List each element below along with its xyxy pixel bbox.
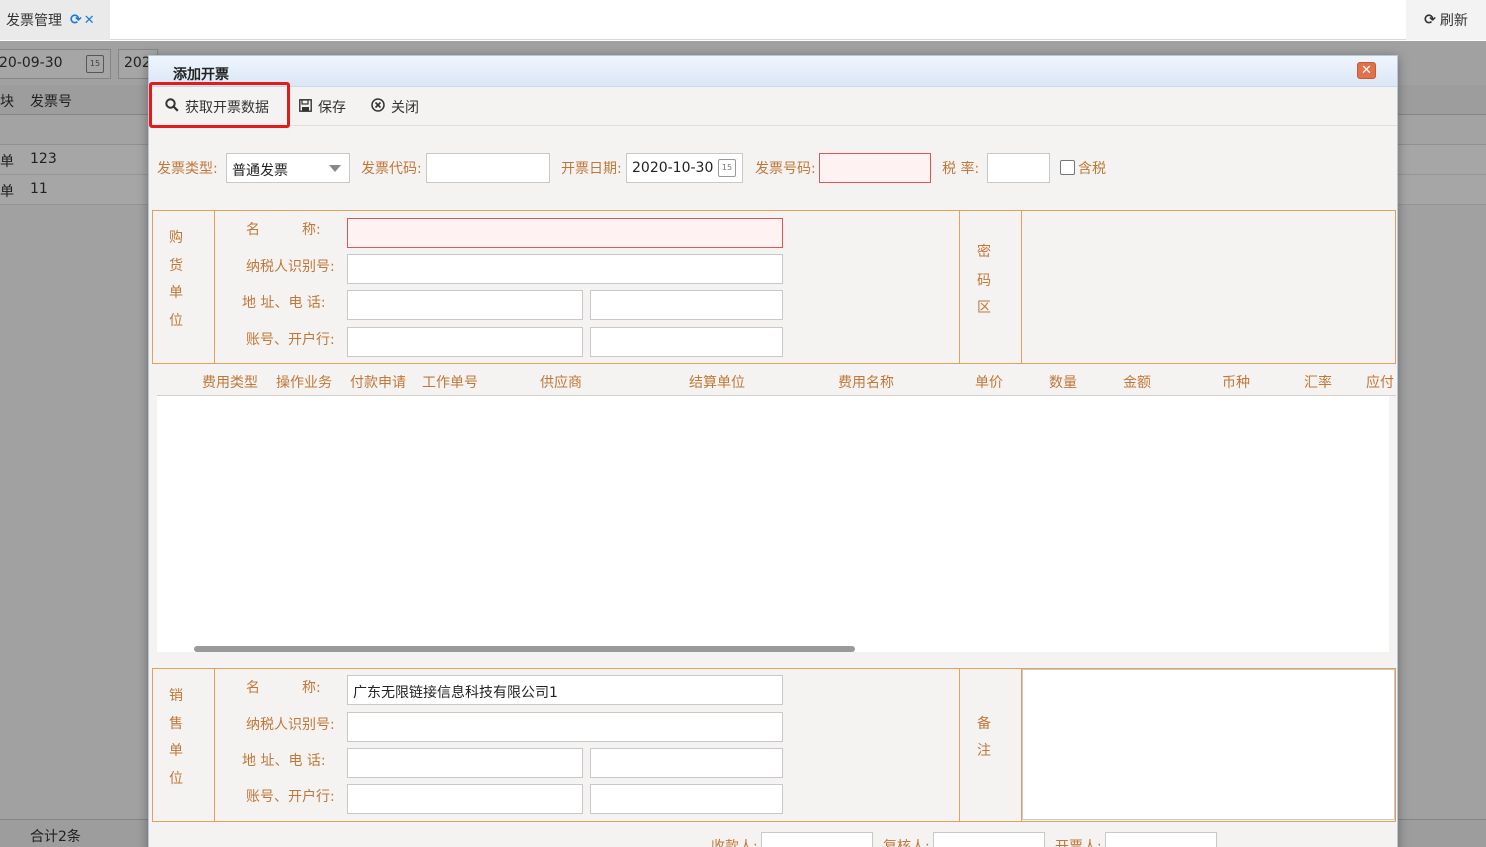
seller-address-input[interactable] (347, 748, 583, 778)
payee-label: 收款人: (711, 839, 758, 847)
tab-label: 发票管理 (6, 13, 62, 29)
seller-name-label: 名 称: (246, 680, 321, 696)
invoice-code-label: 发票代码: (361, 161, 422, 177)
dialog-close-icon[interactable]: ✕ (1357, 62, 1376, 79)
seller-name-input[interactable]: 广东无限链接信息科技有限公司1 (347, 675, 783, 705)
grid-column-header[interactable]: 供应商 (540, 372, 582, 392)
close-button[interactable]: 关闭 (371, 88, 419, 126)
refresh-icon: ⟳ (1424, 12, 1436, 28)
save-label: 保存 (318, 100, 346, 116)
buyer-bank-input[interactable] (590, 327, 783, 357)
issuer-label: 开票人: (1055, 839, 1102, 847)
reviewer-input[interactable] (933, 832, 1045, 847)
divider (214, 210, 215, 364)
seller-tax-id-input[interactable] (347, 712, 783, 742)
seller-address-label: 地 址、电 话: (242, 753, 326, 769)
invoice-date-input[interactable]: 2020-10-30 15 (626, 153, 743, 183)
save-button[interactable]: 保存 (299, 88, 346, 126)
remark-textarea[interactable] (1022, 669, 1395, 820)
seller-side-label: 销 (169, 688, 183, 704)
buyer-account-label: 账号、开户行: (246, 332, 335, 348)
divider (959, 210, 960, 364)
tab-refresh-icon[interactable]: ⟳ (70, 12, 82, 28)
seller-phone-input[interactable] (590, 748, 783, 778)
tax-rate-label: 税 率: (942, 161, 980, 177)
seller-side-label: 单 (169, 743, 183, 759)
issuer-input[interactable] (1105, 832, 1217, 847)
grid-column-header[interactable]: 费用类型 (202, 372, 258, 392)
invoice-number-input[interactable] (819, 153, 931, 183)
divider (1021, 210, 1022, 364)
tab-invoice-management[interactable]: 发票管理 ⟳ ✕ (0, 0, 110, 40)
charges-grid-body[interactable] (157, 396, 1389, 652)
seller-tax-id-label: 纳税人识别号: (246, 717, 335, 733)
grid-column-header[interactable]: 币种 (1222, 372, 1250, 392)
buyer-name-label: 名 称: (246, 222, 321, 238)
seller-side-label: 位 (169, 771, 183, 787)
close-circle-icon (371, 98, 385, 116)
grid-column-header[interactable]: 付款申请 (350, 372, 406, 392)
buyer-side-label: 单 (169, 285, 183, 301)
refresh-label: 刷新 (1439, 13, 1468, 29)
dialog-title-bar[interactable]: 添加开票 ✕ (149, 56, 1397, 87)
grid-column-header[interactable]: 金额 (1123, 372, 1151, 392)
tax-rate-input[interactable] (987, 153, 1050, 183)
buyer-side-label: 购 (169, 230, 183, 246)
grid-column-header[interactable]: 汇率 (1304, 372, 1332, 392)
invoice-date-label: 开票日期: (561, 161, 622, 177)
invoice-date-value: 2020-10-30 (632, 160, 714, 176)
seller-name-value: 广东无限链接信息科技有限公司1 (353, 685, 558, 701)
tab-close-icon[interactable]: ✕ (84, 13, 95, 28)
divider (214, 668, 215, 822)
payee-input[interactable] (761, 832, 873, 847)
seller-account-input[interactable] (347, 784, 583, 814)
grid-column-header[interactable]: 结算单位 (689, 372, 745, 392)
password-area-label: 区 (977, 300, 991, 316)
grid-column-header[interactable]: 工作单号 (422, 372, 478, 392)
grid-column-header[interactable]: 费用名称 (838, 372, 894, 392)
grid-column-header[interactable]: 数量 (1049, 372, 1077, 392)
divider (959, 668, 960, 822)
save-icon (299, 98, 312, 116)
invoice-type-label: 发票类型: (157, 161, 218, 177)
invoice-number-label: 发票号码: (755, 161, 816, 177)
dialog-title: 添加开票 (173, 67, 229, 83)
seller-account-label: 账号、开户行: (246, 789, 335, 805)
highlight-box (149, 82, 290, 128)
refresh-button[interactable]: ⟳ 刷新 (1406, 0, 1486, 40)
password-area-label: 码 (977, 273, 991, 289)
buyer-side-label: 货 (169, 258, 183, 274)
seller-side-label: 售 (169, 716, 183, 732)
buyer-tax-id-input[interactable] (347, 254, 783, 284)
grid-column-header[interactable]: 应付 (1366, 372, 1396, 392)
grid-column-header[interactable]: 操作业务 (276, 372, 332, 392)
charges-grid-header: 费用类型 操作业务 付款申请 工作单号 供应商 结算单位 费用名称 单价 数量 … (157, 366, 1396, 396)
dialog-toolbar: 获取开票数据 保存 关闭 (149, 88, 1397, 126)
remark-label: 注 (977, 743, 991, 759)
buyer-name-input[interactable] (347, 218, 783, 248)
close-label: 关闭 (391, 100, 419, 116)
password-area-label: 密 (977, 244, 991, 260)
buyer-tax-id-label: 纳税人识别号: (246, 259, 335, 275)
buyer-address-label: 地 址、电 话: (242, 295, 326, 311)
buyer-side-label: 位 (169, 313, 183, 329)
buyer-address-input[interactable] (347, 290, 583, 320)
invoice-type-value: 普通发票 (232, 163, 288, 179)
chevron-down-icon (329, 165, 341, 172)
seller-bank-input[interactable] (590, 784, 783, 814)
reviewer-label: 复核人: (883, 839, 930, 847)
calendar-icon[interactable]: 15 (718, 159, 736, 177)
grid-column-header[interactable]: 单价 (975, 372, 1003, 392)
invoice-type-select[interactable]: 普通发票 (226, 153, 350, 183)
tax-included-checkbox[interactable] (1060, 160, 1075, 175)
invoice-code-input[interactable] (426, 153, 550, 183)
top-bar: 发票管理 ⟳ ✕ ⟳ 刷新 (0, 0, 1486, 40)
buyer-account-input[interactable] (347, 327, 583, 357)
add-invoice-dialog: 添加开票 ✕ 获取开票数据 保存 关闭 发票类型: 普通发票 发票代码: 开票日… (148, 55, 1398, 847)
buyer-phone-input[interactable] (590, 290, 783, 320)
horizontal-scrollbar[interactable] (194, 646, 855, 652)
tax-included-label: 含税 (1078, 161, 1106, 177)
remark-label: 备 (977, 716, 991, 732)
